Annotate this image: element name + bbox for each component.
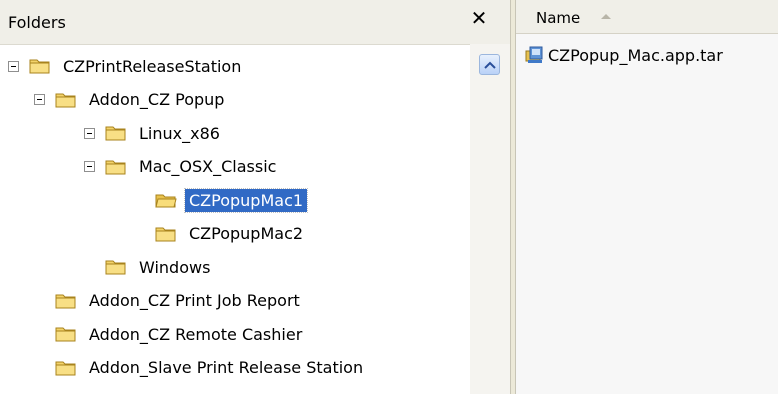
tree-item-label: Addon_CZ Popup (89, 90, 225, 109)
name-column-label: Name (536, 9, 581, 27)
collapse-icon[interactable] (84, 161, 95, 172)
tree-item[interactable]: Addon_CZ Popup (34, 84, 228, 116)
folders-header: Folders ✕ (0, 0, 510, 45)
sort-ascending-icon (601, 14, 611, 19)
tree-item-label: CZPrintReleaseStation (63, 56, 242, 76)
tree-item[interactable]: CZPopupMac1 (134, 184, 309, 216)
file-list-pane: Name CZPopup_Mac.app.tar (516, 0, 778, 394)
folders-pane: Folders ✕ CZPrintReleaseStation Addon_CZ … (0, 0, 510, 394)
tree-item-label: CZPopupMac1 (183, 187, 309, 213)
tree-item-label: Addon_CZ Remote Cashier (89, 324, 303, 344)
folder-icon (105, 124, 127, 142)
name-column (516, 34, 778, 394)
tree-item-label: Addon_CZ Print Job Report (89, 291, 300, 310)
folder-tree: CZPrintReleaseStation Addon_CZ Popup Linux… (0, 44, 470, 394)
chevron-up-icon (484, 61, 496, 69)
folder-icon (29, 57, 51, 75)
tree-item[interactable]: Addon_CZ Remote Cashier (34, 318, 306, 350)
folder-icon (55, 292, 77, 310)
tree-item-label: Windows (139, 257, 211, 277)
folder-icon (55, 359, 77, 377)
tree-item-label: Addon_Slave Print Release Station (89, 358, 364, 377)
tree-item[interactable]: Mac_OSX_Classic (84, 151, 280, 183)
archive-file-icon (524, 45, 546, 65)
tree-item-label: CZPopupMac2 (189, 224, 304, 243)
scroll-up-button[interactable] (479, 54, 500, 75)
folder-open-icon (155, 191, 177, 209)
file-item[interactable]: CZPopup_Mac.app.tar (524, 42, 723, 68)
folder-icon (55, 325, 77, 343)
tree-item[interactable]: Linux_x86 (84, 117, 224, 149)
name-column-header[interactable]: Name (516, 0, 778, 34)
collapse-icon[interactable] (8, 60, 19, 72)
folders-title: Folders (8, 13, 66, 32)
tree-item[interactable]: CZPrintReleaseStation (8, 50, 245, 82)
folder-icon (155, 225, 177, 243)
collapse-icon[interactable] (34, 94, 45, 105)
file-name: CZPopup_Mac.app.tar (548, 45, 723, 65)
collapse-icon[interactable] (84, 127, 95, 139)
close-icon[interactable]: ✕ (467, 6, 491, 30)
folder-icon (105, 258, 127, 276)
tree-item-label: Mac_OSX_Classic (139, 157, 277, 176)
folder-icon (105, 158, 127, 176)
tree-item[interactable]: Addon_CZ Print Job Report (34, 285, 304, 317)
tree-item[interactable]: Addon_Slave Print Release Station (34, 352, 367, 384)
tree-item[interactable]: Windows (84, 251, 214, 283)
tree-item-label: Linux_x86 (139, 123, 220, 143)
vertical-scrollbar[interactable] (470, 44, 510, 394)
folder-icon (55, 91, 77, 109)
tree-item[interactable]: CZPopupMac2 (134, 218, 307, 250)
